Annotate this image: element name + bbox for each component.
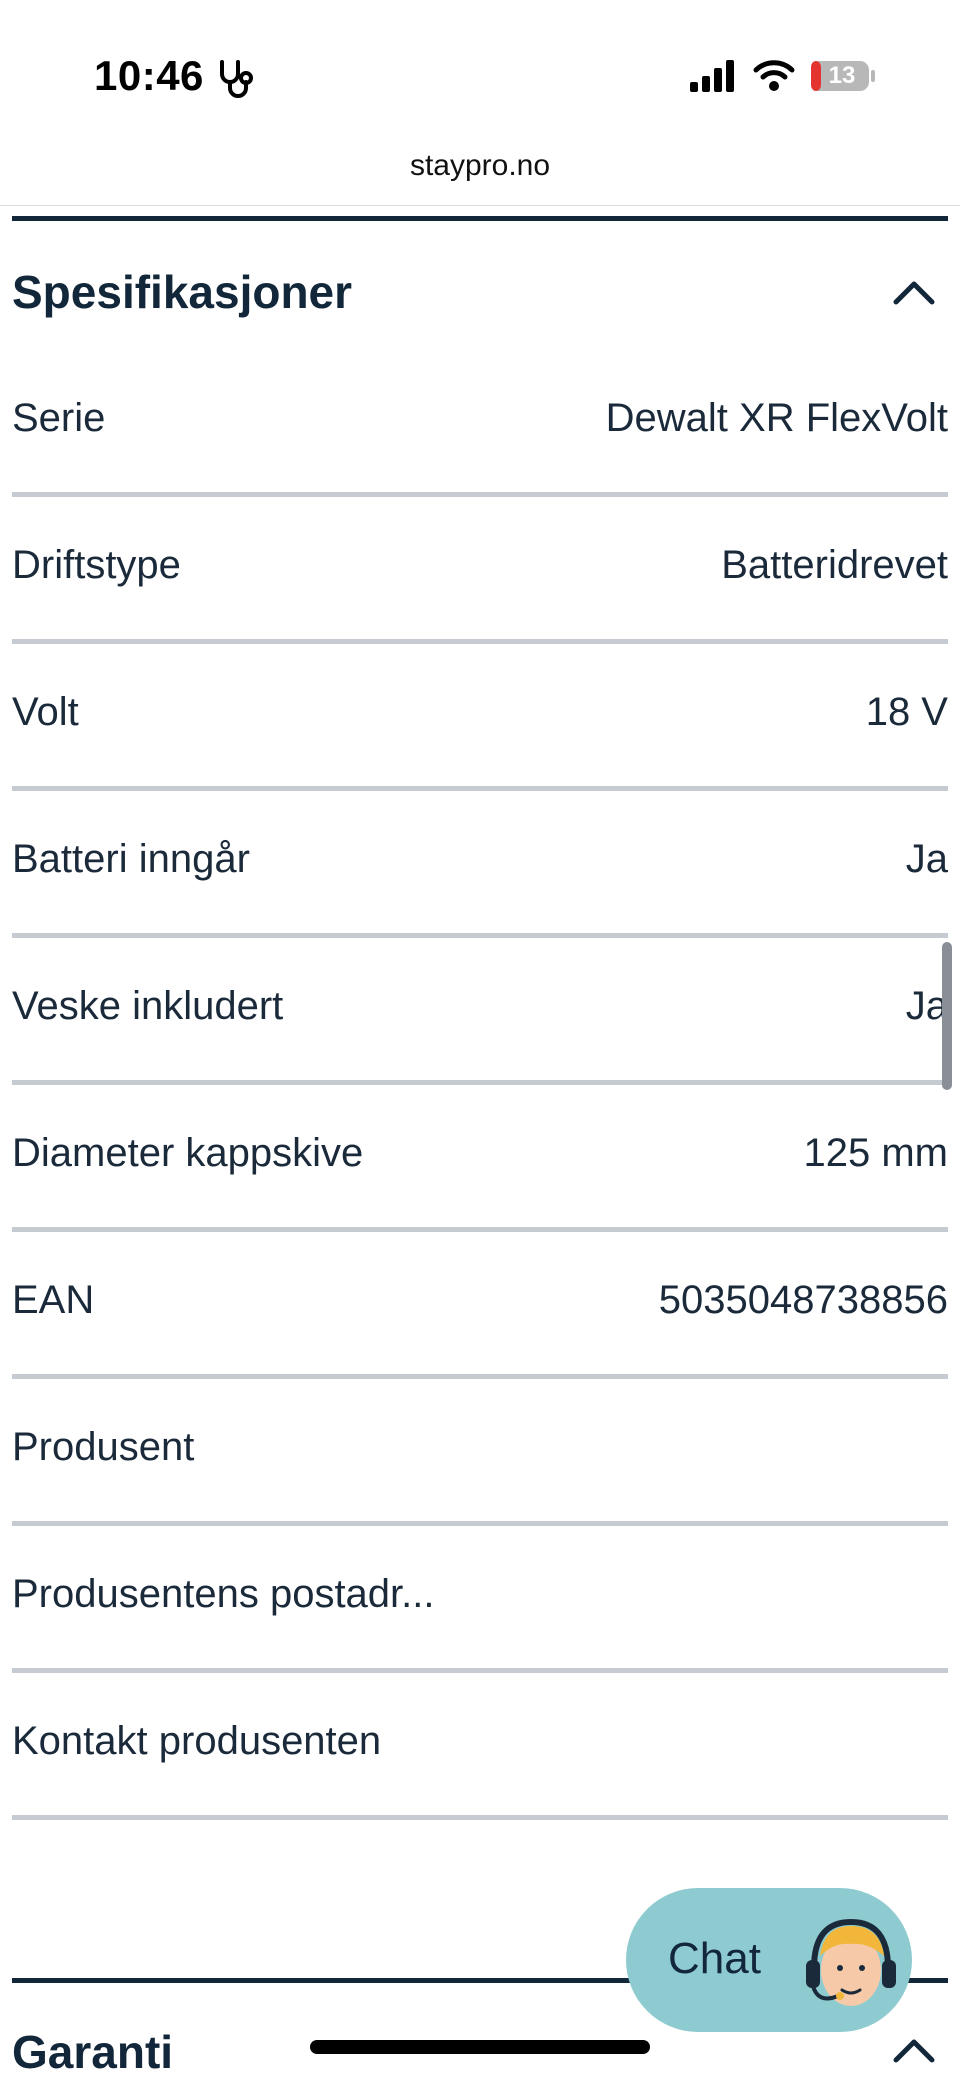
spec-label: Diameter kappskive xyxy=(12,1131,364,1175)
address-bar-divider xyxy=(0,205,960,206)
spec-label: Kontakt produsenten xyxy=(12,1719,382,1763)
spec-row-diameter: Diameter kappskive 125 mm xyxy=(12,1085,948,1232)
signal-icon xyxy=(690,60,734,92)
spec-row-produsent: Produsent xyxy=(12,1379,948,1526)
page-scrollbar[interactable] xyxy=(942,942,952,1090)
warranty-title[interactable]: Garanti xyxy=(12,2025,173,2079)
spec-label: Produsent xyxy=(12,1425,195,1469)
specs-table: Serie Dewalt XR FlexVolt Driftstype Batt… xyxy=(12,350,948,1820)
spec-value: 125 mm xyxy=(803,1131,949,1175)
section-divider xyxy=(12,216,948,221)
chevron-up-icon[interactable] xyxy=(892,2034,936,2064)
home-indicator[interactable] xyxy=(310,2040,650,2054)
address-bar[interactable]: staypro.no xyxy=(0,140,960,204)
spec-value: 5035048738856 xyxy=(658,1278,948,1322)
spec-label: EAN xyxy=(12,1278,95,1322)
spec-value: Ja xyxy=(905,837,948,881)
specs-title[interactable]: Spesifikasjoner xyxy=(12,265,352,319)
chevron-up-icon[interactable] xyxy=(892,276,936,306)
status-bar: 10:46 13 xyxy=(0,0,960,140)
spec-label: Produsentens postadr... xyxy=(12,1572,435,1616)
spec-label: Volt xyxy=(12,690,79,734)
spec-row-serie: Serie Dewalt XR FlexVolt xyxy=(12,350,948,497)
support-avatar-icon xyxy=(806,1918,896,2006)
spec-row-driftstype: Driftstype Batteridrevet xyxy=(12,497,948,644)
chat-label: Chat xyxy=(668,1934,761,1983)
chat-button[interactable]: Chat xyxy=(626,1888,912,2032)
status-time: 10:46 xyxy=(94,52,204,99)
spec-value: 18 V xyxy=(865,690,948,734)
spec-label: Serie xyxy=(12,396,106,440)
spec-label: Driftstype xyxy=(12,543,181,587)
spec-value: Dewalt XR FlexVolt xyxy=(605,396,948,440)
spec-row-postadresse[interactable]: Produsentens postadr... xyxy=(12,1526,948,1673)
stethoscope-icon xyxy=(220,60,253,98)
spec-label: Batteri inngår xyxy=(12,837,250,881)
spec-value: Batteridrevet xyxy=(721,543,948,587)
spec-row-kontakt[interactable]: Kontakt produsenten xyxy=(12,1673,948,1820)
spec-row-veske: Veske inkludert Ja xyxy=(12,938,948,1085)
spec-row-volt: Volt 18 V xyxy=(12,644,948,791)
spec-row-ean: EAN 5035048738856 xyxy=(12,1232,948,1379)
wifi-icon xyxy=(753,60,795,91)
battery-level: 13 xyxy=(828,62,856,89)
spec-row-batteri: Batteri inngår Ja xyxy=(12,791,948,938)
spec-label: Veske inkludert xyxy=(12,984,284,1028)
